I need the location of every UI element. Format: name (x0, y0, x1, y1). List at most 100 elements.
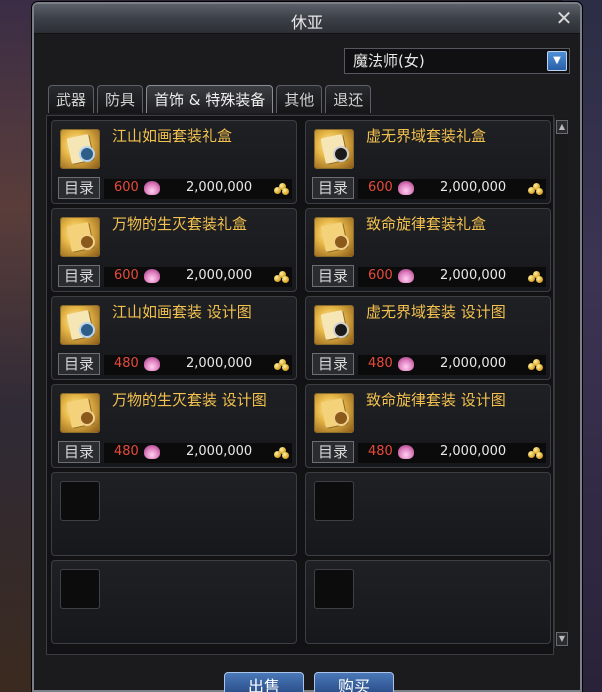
close-button[interactable]: ✕ (552, 7, 576, 29)
certificate-price: 600 (368, 268, 393, 283)
shop-window: 休亚 ✕ 魔法师(女) ▼ 武器 防具 首饰 & 特殊装备 其他 退还 江山如画… (32, 2, 582, 692)
empty-slot[interactable] (51, 472, 297, 556)
gold-coin-icon (274, 359, 289, 371)
certificate-price: 480 (114, 444, 139, 459)
item-slot[interactable]: 虚无界域套装 设计图 目录 480 2,000,000 (305, 296, 551, 380)
catalog-button[interactable]: 目录 (312, 353, 354, 375)
catalog-button[interactable]: 目录 (58, 177, 100, 199)
item-name: 虚无界域套装礼盒 (366, 127, 487, 145)
item-name: 致命旋律套装 设计图 (366, 391, 506, 409)
certificate-price: 600 (114, 268, 139, 283)
certificate-icon (398, 357, 414, 371)
catalog-button[interactable]: 目录 (58, 265, 100, 287)
scrollbar[interactable]: ▲ ▼ (554, 118, 568, 648)
certificate-icon (398, 269, 414, 283)
empty-slot[interactable] (51, 560, 297, 644)
scroll-dark-seal-icon[interactable] (314, 305, 354, 345)
sell-button[interactable]: 出售 (224, 672, 304, 692)
gold-coin-icon (528, 271, 543, 283)
scroll-swirl-icon[interactable] (314, 217, 354, 257)
category-tabs: 武器 防具 首饰 & 特殊装备 其他 退还 (48, 85, 372, 115)
item-slot[interactable]: 致命旋律套装礼盒 目录 600 2,000,000 (305, 208, 551, 292)
item-name: 江山如画套装 设计图 (112, 303, 252, 321)
certificate-icon (398, 445, 414, 459)
gold-coin-icon (274, 447, 289, 459)
item-name: 万物的生灭套装 设计图 (112, 391, 267, 409)
scroll-blue-seal-icon[interactable] (60, 305, 100, 345)
gold-price: 2,000,000 (440, 268, 507, 283)
empty-item-icon (60, 481, 100, 521)
gold-price: 2,000,000 (186, 268, 253, 283)
certificate-icon (144, 357, 160, 371)
buy-button[interactable]: 购买 (314, 672, 394, 692)
gold-coin-icon (528, 183, 543, 195)
item-name: 虚无界域套装 设计图 (366, 303, 506, 321)
catalog-button[interactable]: 目录 (312, 177, 354, 199)
window-title: 休亚 (290, 13, 323, 32)
tab-armor[interactable]: 防具 (97, 85, 144, 113)
price-box: 600 2,000,000 (104, 179, 292, 199)
chevron-down-icon[interactable]: ▼ (547, 51, 567, 71)
certificate-icon (144, 181, 160, 195)
item-slot[interactable]: 虚无界域套装礼盒 目录 600 2,000,000 (305, 120, 551, 204)
scroll-up-icon[interactable]: ▲ (556, 120, 568, 134)
gold-coin-icon (274, 271, 289, 283)
empty-item-icon (314, 481, 354, 521)
item-slot[interactable]: 致命旋律套装 设计图 目录 480 2,000,000 (305, 384, 551, 468)
gold-price: 2,000,000 (440, 444, 507, 459)
gold-price: 2,000,000 (186, 444, 253, 459)
price-box: 480 2,000,000 (358, 355, 546, 375)
tab-accessories-special[interactable]: 首饰 & 特殊装备 (146, 85, 274, 113)
catalog-button[interactable]: 目录 (58, 441, 100, 463)
class-select-bar: 魔法师(女) ▼ (34, 34, 580, 82)
gold-price: 2,000,000 (186, 356, 253, 371)
empty-item-icon (60, 569, 100, 609)
item-name: 江山如画套装礼盒 (112, 127, 233, 145)
certificate-price: 480 (368, 444, 393, 459)
item-slot[interactable]: 万物的生灭套装礼盒 目录 600 2,000,000 (51, 208, 297, 292)
tab-weapons[interactable]: 武器 (48, 85, 95, 113)
price-box: 480 2,000,000 (104, 443, 292, 463)
gold-price: 2,000,000 (440, 356, 507, 371)
price-box: 600 2,000,000 (104, 267, 292, 287)
gold-coin-icon (274, 183, 289, 195)
empty-slot[interactable] (305, 472, 551, 556)
empty-slot[interactable] (305, 560, 551, 644)
certificate-icon (144, 445, 160, 459)
catalog-button[interactable]: 目录 (312, 265, 354, 287)
item-name: 万物的生灭套装礼盒 (112, 215, 248, 233)
certificate-price: 480 (368, 356, 393, 371)
scroll-down-icon[interactable]: ▼ (556, 632, 568, 646)
item-slot[interactable]: 江山如画套装礼盒 目录 600 2,000,000 (51, 120, 297, 204)
class-select-dropdown[interactable]: 魔法师(女) ▼ (344, 48, 570, 74)
gold-price: 2,000,000 (186, 180, 253, 195)
certificate-price: 600 (368, 180, 393, 195)
scroll-blue-seal-icon[interactable] (60, 129, 100, 169)
catalog-button[interactable]: 目录 (58, 353, 100, 375)
gold-price: 2,000,000 (440, 180, 507, 195)
gold-coin-icon (528, 447, 543, 459)
scroll-dark-seal-icon[interactable] (314, 129, 354, 169)
price-box: 480 2,000,000 (358, 443, 546, 463)
certificate-price: 480 (114, 356, 139, 371)
item-slot[interactable]: 万物的生灭套装 设计图 目录 480 2,000,000 (51, 384, 297, 468)
empty-item-icon (314, 569, 354, 609)
scroll-swirl-icon[interactable] (60, 217, 100, 257)
item-grid: 江山如画套装礼盒 目录 600 2,000,000 虚无界域套装礼盒 目录 60… (46, 115, 554, 655)
catalog-button[interactable]: 目录 (312, 441, 354, 463)
scroll-swirl-icon[interactable] (60, 393, 100, 433)
price-box: 480 2,000,000 (104, 355, 292, 375)
certificate-icon (398, 181, 414, 195)
item-slot[interactable]: 江山如画套装 设计图 目录 480 2,000,000 (51, 296, 297, 380)
scroll-swirl-icon[interactable] (314, 393, 354, 433)
class-select-value: 魔法师(女) (353, 52, 425, 70)
item-name: 致命旋律套装礼盒 (366, 215, 487, 233)
certificate-price: 600 (114, 180, 139, 195)
certificate-icon (144, 269, 160, 283)
gold-coin-icon (528, 359, 543, 371)
action-buttons: 出售 购买 (34, 672, 580, 692)
title-bar[interactable]: 休亚 ✕ (34, 4, 580, 34)
tab-others[interactable]: 其他 (276, 85, 323, 113)
price-box: 600 2,000,000 (358, 267, 546, 287)
tab-refund[interactable]: 退还 (325, 85, 372, 113)
